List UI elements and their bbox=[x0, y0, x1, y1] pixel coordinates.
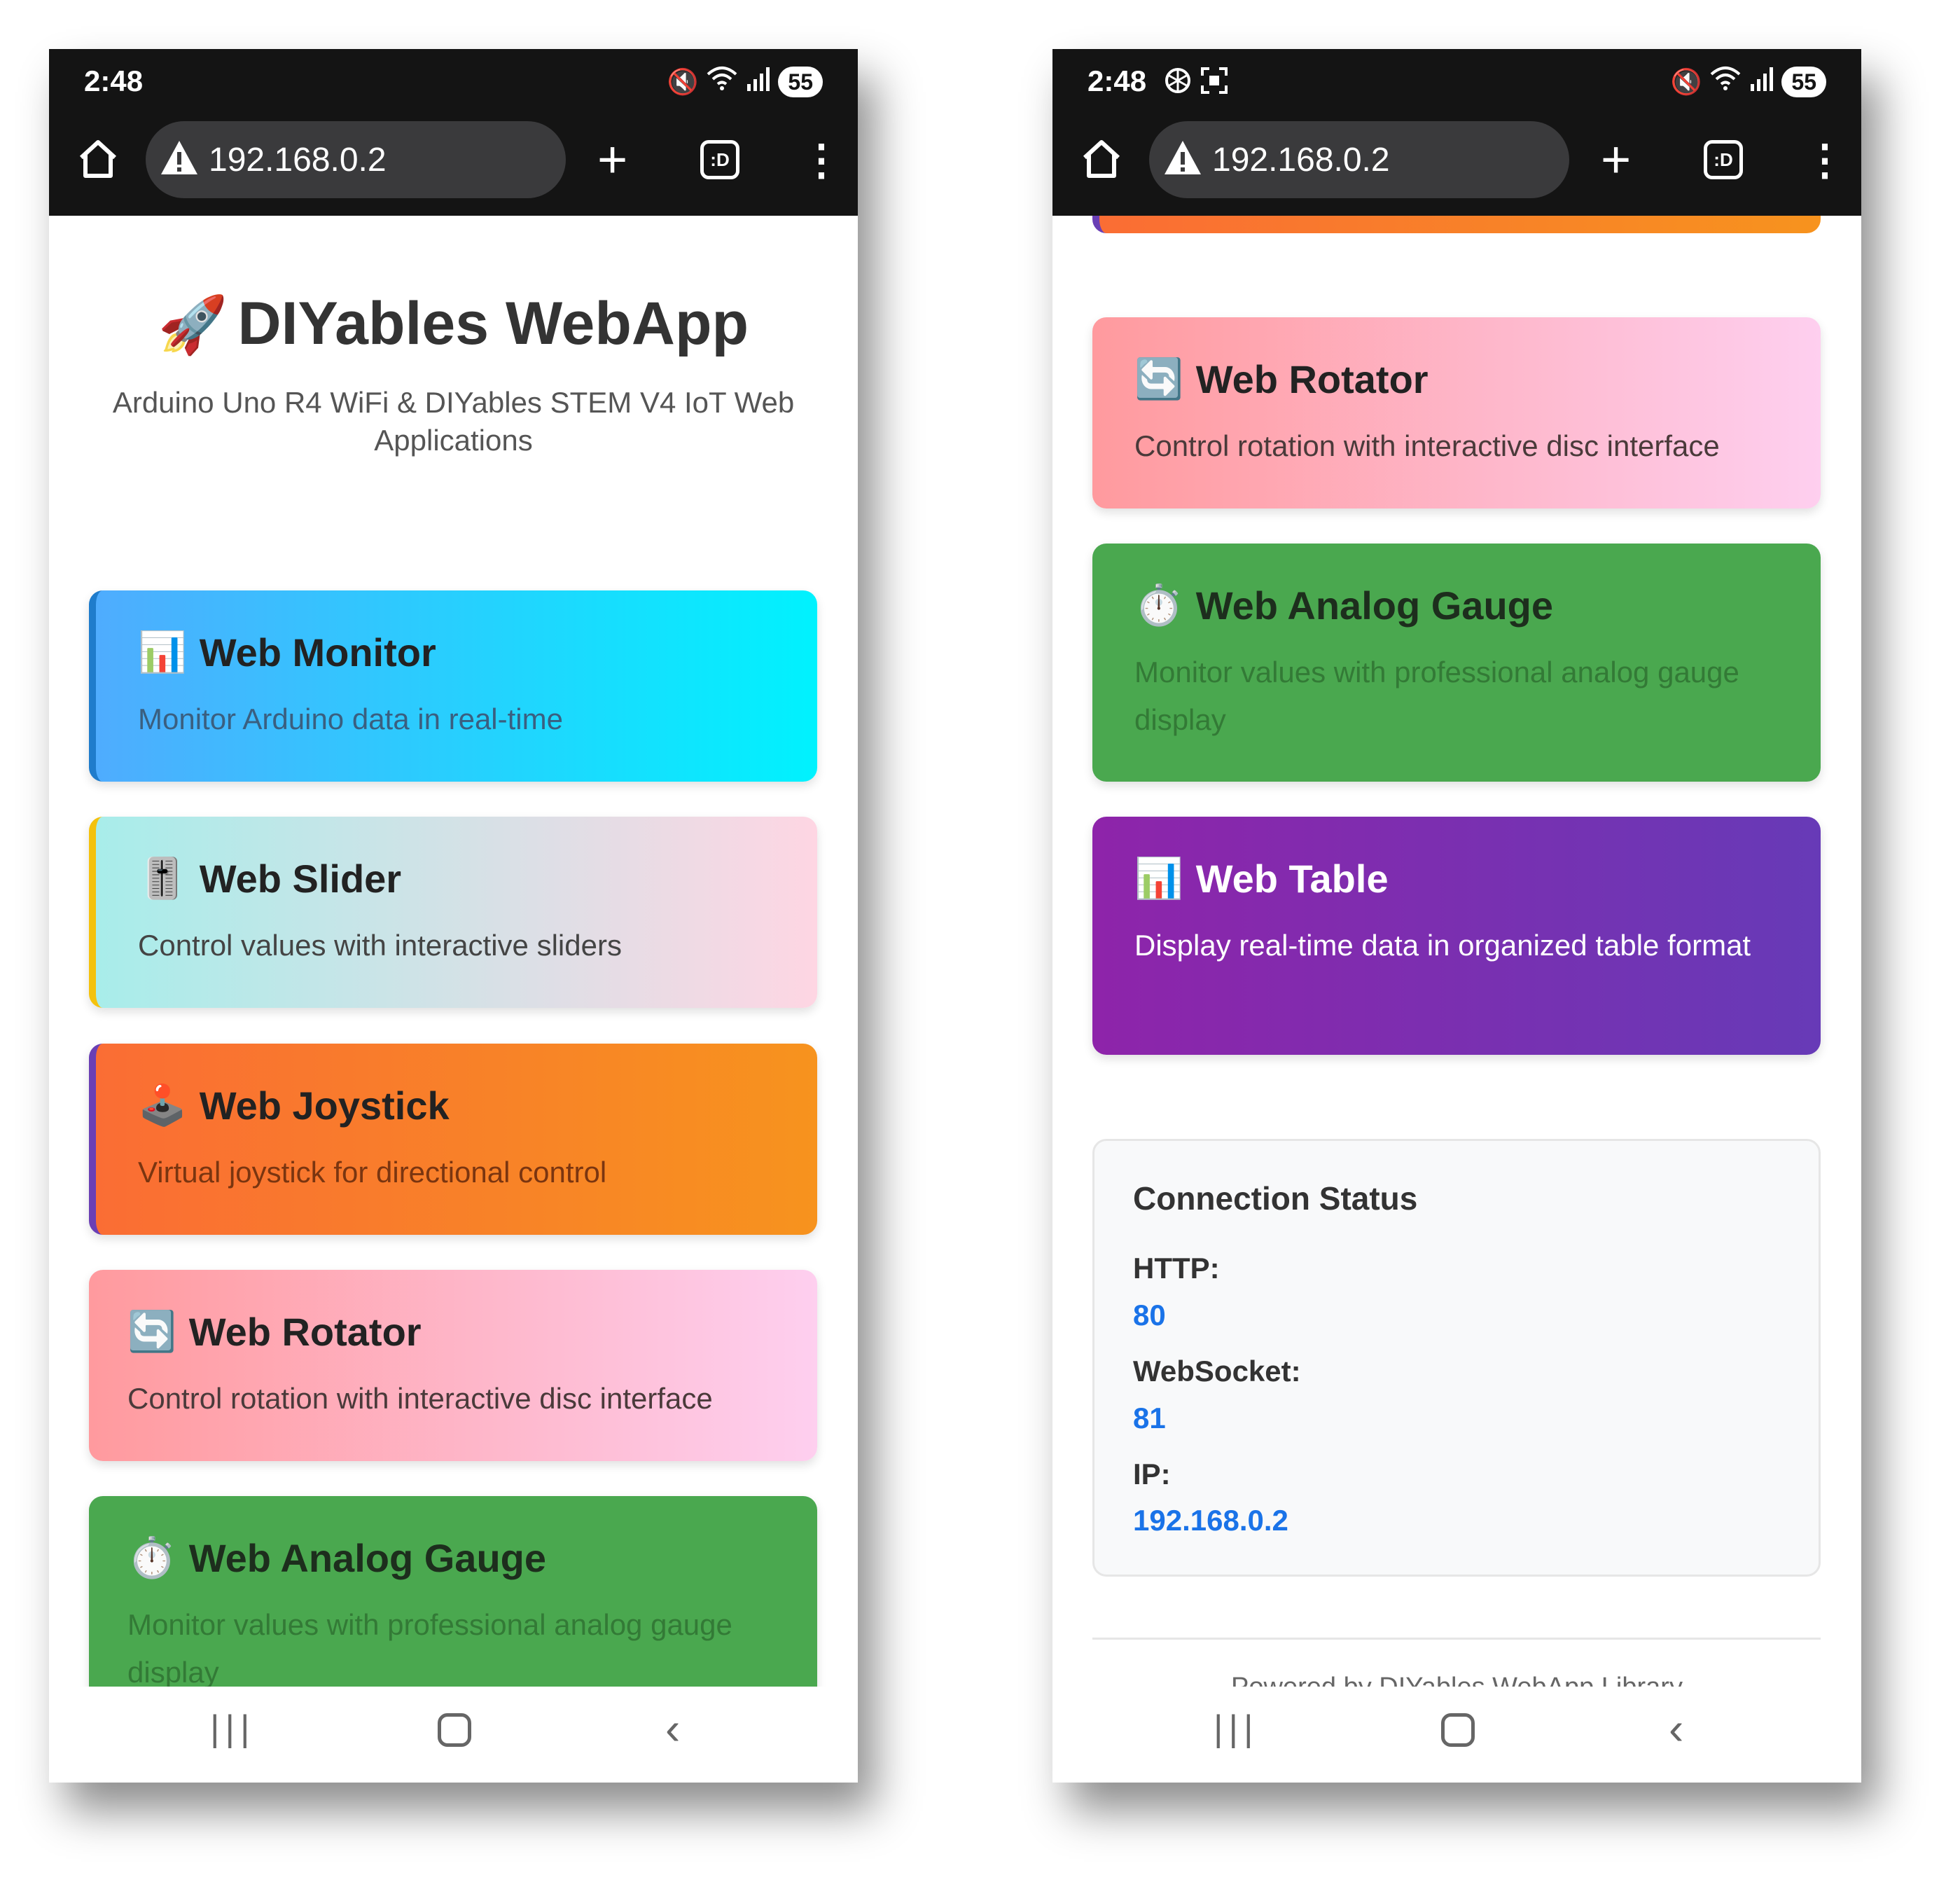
page-content: 🔄 Web Rotator Control rotation with inter… bbox=[1052, 216, 1861, 1687]
phone-screen-right: 2:48 🔇 55 192.168.0.2 +:D ⋮ 🔄 Web Rotat… bbox=[1052, 49, 1861, 1783]
system-icons: 🔇 55 bbox=[1671, 64, 1826, 99]
recent-apps-icon[interactable]: ||| bbox=[210, 1708, 256, 1750]
http-label: HTTP: bbox=[1133, 1252, 1220, 1285]
wifi-icon bbox=[1710, 64, 1741, 99]
address-bar[interactable]: 192.168.0.2 bbox=[146, 121, 566, 198]
card-title: Web Slider bbox=[199, 856, 402, 901]
home-icon[interactable] bbox=[1079, 137, 1124, 181]
card-web-rotator[interactable]: 🔄 Web Rotator Control rotation with inter… bbox=[89, 1270, 817, 1461]
websocket-value: 81 bbox=[1133, 1402, 1166, 1434]
status-time: 2:48 bbox=[84, 64, 144, 97]
address-bar[interactable]: 192.168.0.2 bbox=[1149, 121, 1569, 198]
card-web-joystick[interactable]: 🕹️ Web Joystick Virtual joystick for dire… bbox=[89, 1044, 817, 1235]
connection-status-title: Connection Status bbox=[1133, 1180, 1418, 1217]
back-icon[interactable]: ‹ bbox=[1669, 1701, 1683, 1757]
back-icon[interactable]: ‹ bbox=[665, 1701, 680, 1757]
card-title: Web Analog Gauge bbox=[188, 1535, 546, 1580]
url-text[interactable]: 192.168.0.2 bbox=[209, 141, 387, 179]
rotate-icon: 🔄 bbox=[127, 1309, 176, 1353]
card-description: Control rotation with interactive disc i… bbox=[1134, 429, 1720, 462]
card-title: Web Rotator bbox=[1195, 357, 1429, 401]
http-value: 80 bbox=[1133, 1299, 1166, 1331]
card-web-analog-gauge[interactable]: ⏱️ Web Analog Gauge Monitor values with p… bbox=[1092, 544, 1821, 782]
rotate-icon: 🔄 bbox=[1134, 357, 1183, 401]
tab-switcher-icon[interactable]: :D bbox=[700, 140, 739, 179]
card-web-rotator[interactable]: 🔄 Web Rotator Control rotation with inter… bbox=[1092, 317, 1821, 508]
system-icons: 🔇 55 bbox=[667, 64, 823, 99]
mute-icon: 🔇 bbox=[1670, 67, 1702, 96]
ip-value: 192.168.0.2 bbox=[1133, 1504, 1288, 1537]
android-nav-bar: ||| ‹ bbox=[1052, 1687, 1861, 1783]
menu-icon[interactable]: ⋮ bbox=[1804, 132, 1846, 188]
card-title: Web Rotator bbox=[188, 1309, 422, 1354]
rocket-icon: 🚀 bbox=[158, 293, 228, 356]
card-web-joystick-partial[interactable] bbox=[1092, 216, 1821, 233]
signal-icon bbox=[1749, 66, 1774, 98]
battery-indicator: 55 bbox=[1781, 67, 1826, 97]
ip-label: IP: bbox=[1133, 1458, 1171, 1490]
footer-divider bbox=[1092, 1638, 1821, 1640]
card-description: Monitor values with professional analog … bbox=[1134, 656, 1739, 736]
card-web-slider[interactable]: 🎚️ Web Slider Control values with interac… bbox=[89, 817, 817, 1008]
page-title-row: 🚀 DIYables WebApp bbox=[49, 289, 858, 359]
card-web-analog-gauge[interactable]: ⏱️ Web Analog Gauge Monitor values with p… bbox=[89, 1496, 817, 1687]
card-description: Monitor Arduino data in real-time bbox=[138, 703, 563, 735]
bar-chart-icon: 📊 bbox=[138, 630, 187, 674]
url-text[interactable]: 192.168.0.2 bbox=[1212, 141, 1390, 179]
card-description: Control rotation with interactive disc i… bbox=[127, 1382, 713, 1415]
bar-chart-icon: 📊 bbox=[1134, 856, 1183, 900]
new-tab-icon[interactable]: + bbox=[1601, 134, 1631, 186]
card-description: Display real-time data in organized tabl… bbox=[1134, 929, 1751, 962]
android-nav-bar: ||| ‹ bbox=[49, 1687, 858, 1783]
new-tab-icon[interactable]: + bbox=[597, 134, 627, 186]
joystick-icon: 🕹️ bbox=[138, 1083, 187, 1127]
card-description: Virtual joystick for directional control bbox=[138, 1156, 607, 1189]
browser-toolbar: 192.168.0.2 + :D ⋮ bbox=[49, 121, 858, 198]
card-title: Web Table bbox=[1195, 856, 1389, 901]
card-web-table[interactable]: 📊 Web Table Display real-time data in org… bbox=[1092, 817, 1821, 1055]
footer-text: Powered by DIYables WebApp Library bbox=[1052, 1673, 1861, 1687]
tab-switcher-icon[interactable]: :D bbox=[1704, 140, 1743, 179]
home-icon[interactable] bbox=[76, 137, 120, 181]
screenshot-icon bbox=[1200, 66, 1229, 102]
notification-icons bbox=[1163, 66, 1229, 102]
recent-apps-icon[interactable]: ||| bbox=[1214, 1708, 1259, 1750]
card-title: Web Monitor bbox=[199, 630, 436, 674]
card-web-monitor[interactable]: 📊 Web Monitor Monitor Arduino data in rea… bbox=[89, 590, 817, 782]
status-bar: 2:48 🔇 55 192.168.0.2 + :D ⋮ bbox=[49, 49, 858, 216]
card-title: Web Analog Gauge bbox=[1195, 583, 1553, 628]
status-time: 2:48 bbox=[1087, 64, 1147, 97]
phone-screen-left: 2:48 🔇 55 192.168.0.2 + :D ⋮ 🚀 DIYables … bbox=[49, 49, 858, 1783]
battery-indicator: 55 bbox=[778, 67, 823, 97]
nav-home-icon[interactable] bbox=[438, 1713, 471, 1747]
card-description: Monitor values with professional analog … bbox=[127, 1608, 732, 1687]
nav-home-icon[interactable] bbox=[1441, 1713, 1475, 1747]
warning-icon[interactable] bbox=[160, 138, 199, 177]
slider-icon: 🎚️ bbox=[138, 856, 187, 900]
wifi-icon bbox=[707, 64, 737, 99]
mute-icon: 🔇 bbox=[667, 67, 699, 96]
status-bar: 2:48 🔇 55 192.168.0.2 +:D ⋮ bbox=[1052, 49, 1861, 216]
page-title: DIYables WebApp bbox=[237, 290, 749, 357]
stopwatch-icon: ⏱️ bbox=[127, 1535, 176, 1579]
connection-status-panel: Connection Status HTTP: 80 WebSocket: 81… bbox=[1092, 1139, 1821, 1577]
chatgpt-icon bbox=[1163, 66, 1193, 102]
menu-icon[interactable]: ⋮ bbox=[800, 132, 842, 188]
card-description: Control values with interactive sliders bbox=[138, 929, 622, 962]
card-title: Web Joystick bbox=[199, 1083, 450, 1128]
websocket-label: WebSocket: bbox=[1133, 1355, 1301, 1388]
warning-icon[interactable] bbox=[1163, 138, 1202, 177]
page-content: 🚀 DIYables WebApp Arduino Uno R4 WiFi & D… bbox=[49, 216, 858, 1687]
page-subtitle: Arduino Uno R4 WiFi & DIYables STEM V4 I… bbox=[112, 386, 795, 457]
stopwatch-icon: ⏱️ bbox=[1134, 583, 1183, 627]
signal-icon bbox=[746, 66, 770, 98]
browser-toolbar: 192.168.0.2 + :D ⋮ bbox=[1052, 121, 1861, 198]
